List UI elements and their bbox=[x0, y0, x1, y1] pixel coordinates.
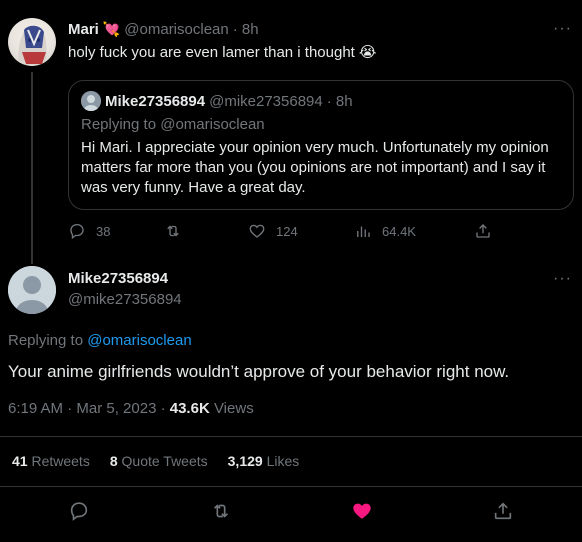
reply-icon bbox=[70, 223, 84, 240]
author-handle[interactable]: @mike27356894 bbox=[68, 291, 182, 308]
tweet-time[interactable]: · 8h bbox=[233, 21, 259, 38]
quoted-tweet[interactable]: Mike27356894 @mike27356894 · 8h Replying… bbox=[68, 80, 574, 210]
retweet-button[interactable] bbox=[164, 222, 192, 240]
more-icon[interactable]: ··· bbox=[553, 20, 572, 38]
heart-filled-icon bbox=[353, 503, 371, 519]
reply-action-bar: 38 124 64.4K bbox=[68, 222, 498, 242]
tweet-meta: 6:19 AM · Mar 5, 2023 · 43.6K Views bbox=[8, 400, 254, 417]
main-action-bar bbox=[0, 500, 582, 524]
default-avatar-icon bbox=[8, 266, 56, 314]
quote-author-handle: @mike27356894 bbox=[209, 92, 323, 110]
anime-avatar-icon bbox=[18, 25, 47, 64]
likes-stat[interactable]: 3,129 Likes bbox=[228, 453, 300, 469]
views-count: 43.6K bbox=[169, 400, 210, 417]
retweets-stat[interactable]: 41 Retweets bbox=[12, 453, 90, 469]
views-label: Views bbox=[209, 400, 254, 417]
share-button[interactable] bbox=[492, 500, 516, 524]
author-name[interactable]: Mari bbox=[68, 21, 99, 38]
author-handle[interactable]: @omarisoclean bbox=[124, 21, 228, 38]
tweet-body: holy fuck you are even lamer than i thou… bbox=[68, 43, 355, 61]
like-count: 124 bbox=[276, 223, 298, 239]
share-button[interactable] bbox=[474, 222, 492, 240]
quotes-label: Quote Tweets bbox=[117, 453, 208, 469]
more-icon[interactable]: ··· bbox=[553, 270, 572, 288]
retweets-label: Retweets bbox=[27, 453, 90, 469]
avatar[interactable] bbox=[8, 266, 56, 314]
divider bbox=[0, 436, 582, 437]
quotes-stat[interactable]: 8 Quote Tweets bbox=[110, 453, 208, 469]
replying-prefix: Replying to bbox=[8, 332, 88, 349]
quote-replying-to: Replying to @omarisoclean bbox=[81, 116, 265, 133]
heart-icon bbox=[249, 224, 265, 238]
reply-header: Mari 💘 @omarisoclean · 8h bbox=[68, 21, 259, 38]
quote-time: · 8h bbox=[326, 92, 353, 110]
reply-button[interactable] bbox=[68, 500, 92, 524]
share-icon bbox=[476, 224, 490, 238]
share-icon bbox=[494, 502, 512, 520]
avatar[interactable] bbox=[8, 18, 56, 66]
thread-line bbox=[31, 72, 33, 264]
quotes-count: 8 bbox=[109, 453, 118, 469]
likes-count: 3,129 bbox=[227, 453, 263, 469]
views-icon bbox=[357, 226, 370, 237]
reply-icon bbox=[70, 502, 88, 521]
tweet-text: holy fuck you are even lamer than i thou… bbox=[68, 43, 377, 62]
retweet-icon bbox=[167, 225, 179, 237]
views-button[interactable]: 64.4K bbox=[354, 222, 416, 240]
quote-body: Hi Mari. I appreciate your opinion very … bbox=[81, 139, 549, 196]
likes-label: Likes bbox=[262, 453, 300, 469]
author-name[interactable]: Mike27356894 bbox=[68, 270, 168, 287]
views-count: 64.4K bbox=[382, 223, 416, 239]
retweet-button[interactable] bbox=[210, 500, 234, 524]
like-button[interactable] bbox=[351, 500, 375, 524]
name-emoji: 💘 bbox=[102, 21, 121, 37]
reply-button[interactable]: 38 bbox=[68, 222, 110, 240]
tweet-timestamp[interactable]: 6:19 AM · Mar 5, 2023 · bbox=[8, 400, 170, 417]
replying-to: Replying to @omarisoclean bbox=[8, 332, 192, 349]
engagement-stats: 41 Retweets 8 Quote Tweets 3,129 Likes bbox=[12, 453, 299, 469]
retweets-count: 41 bbox=[12, 453, 28, 469]
divider bbox=[0, 486, 582, 487]
tweet-text: Your anime girlfriends wouldn’t approve … bbox=[8, 362, 510, 381]
crying-emoji: 😭 bbox=[358, 44, 377, 61]
quote-avatar bbox=[81, 91, 101, 111]
replying-handle-link[interactable]: @omarisoclean bbox=[87, 332, 191, 349]
quote-author-name: Mike27356894 bbox=[105, 92, 206, 110]
default-avatar-icon bbox=[81, 91, 101, 111]
like-button[interactable]: 124 bbox=[248, 222, 298, 240]
reply-count: 38 bbox=[96, 223, 111, 239]
retweet-icon bbox=[213, 504, 229, 518]
quote-header: Mike27356894 @mike27356894 · 8h bbox=[81, 91, 353, 111]
